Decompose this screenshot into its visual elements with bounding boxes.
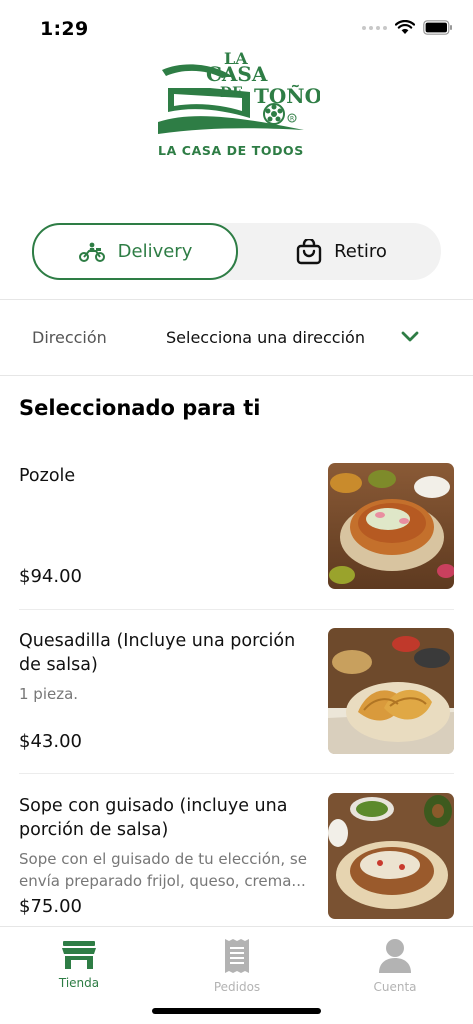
product-name: Sope con guisado (incluye una porción de… (19, 796, 288, 840)
product-card[interactable]: Pozole $94.00 (0, 462, 473, 590)
receipt-icon (225, 939, 249, 973)
svg-text:R: R (290, 116, 294, 123)
brand-logo: R LA CASA DE TOÑO LA CASA DE TODOS (154, 48, 322, 160)
tab-pedidos[interactable]: Pedidos (158, 927, 316, 997)
delivery-label: Delivery (117, 241, 193, 262)
chevron-down-icon[interactable] (401, 331, 419, 343)
product-card[interactable]: Quesadilla (Incluye una porción de salsa… (0, 627, 473, 755)
battery-icon (423, 20, 452, 35)
tab-label: Cuenta (373, 980, 417, 994)
status-time: 1:29 (40, 18, 89, 40)
logo-word-casa: CASA (206, 62, 268, 86)
logo-word-de: DE (220, 85, 243, 101)
tab-cuenta[interactable]: Cuenta (316, 927, 473, 997)
tab-tienda[interactable]: Tienda (0, 927, 158, 997)
address-selector[interactable]: Dirección Selecciona una dirección (0, 300, 473, 375)
delivery-option[interactable]: Delivery (32, 223, 238, 280)
section-title: Seleccionado para ti (19, 396, 261, 420)
account-icon (379, 939, 411, 973)
motorcycle-icon (78, 242, 105, 262)
pickup-option[interactable]: Retiro (242, 223, 441, 280)
logo-word-tono: TOÑO (254, 84, 320, 108)
product-image[interactable] (328, 628, 454, 754)
product-name: Quesadilla (Incluye una porción de salsa… (19, 631, 296, 675)
tab-label: Pedidos (213, 980, 261, 994)
product-description: 1 pieza. (19, 685, 79, 703)
wifi-icon (395, 20, 415, 34)
logo-tagline: LA CASA DE TODOS (158, 143, 304, 158)
status-icons (362, 20, 453, 35)
product-separator (19, 609, 454, 610)
product-price: $75.00 (19, 896, 82, 917)
product-image[interactable] (328, 793, 454, 919)
address-value[interactable]: Selecciona una dirección (166, 328, 365, 347)
product-price: $94.00 (19, 566, 82, 587)
signal-icon (362, 25, 387, 30)
address-label: Dirección (32, 328, 107, 347)
product-card[interactable]: Sope con guisado (incluye una porción de… (0, 792, 473, 920)
shopping-bag-icon (296, 238, 322, 264)
product-image[interactable] (328, 463, 454, 589)
store-icon (62, 941, 96, 969)
divider (0, 375, 473, 376)
tab-label: Tienda (58, 976, 100, 990)
product-price: $43.00 (19, 731, 82, 752)
home-indicator (152, 1008, 321, 1014)
product-separator (19, 773, 454, 774)
product-name: Pozole (19, 466, 76, 486)
delivery-mode-toggle: Delivery Retiro (32, 223, 441, 280)
pickup-label: Retiro (334, 241, 387, 262)
product-description: Sope con el guisado de tu elección, se e… (19, 850, 307, 890)
